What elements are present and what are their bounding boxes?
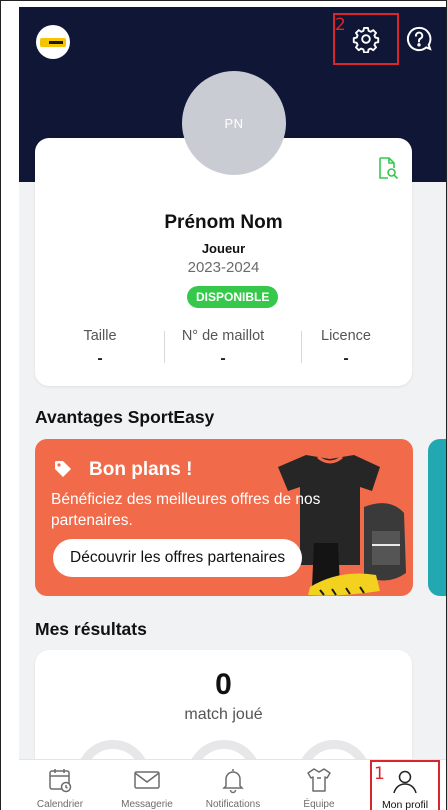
tab-team[interactable]: Équipe	[276, 760, 362, 810]
bell-icon	[222, 769, 244, 794]
discover-offers-button[interactable]: Découvrir les offres partenaires	[53, 539, 303, 577]
gear-icon	[352, 26, 380, 53]
tab-profile[interactable]: 1 Mon profil	[370, 760, 440, 810]
promo-card[interactable]: Bon plans ! Bénéficiez des meilleures of…	[35, 439, 413, 596]
stat-jersey-number: N° de maillot -	[164, 328, 282, 368]
stat-label: Taille	[83, 328, 117, 344]
promo-title: Bon plans !	[89, 459, 193, 480]
user-icon	[393, 770, 417, 794]
club-logo-mark	[40, 37, 66, 47]
stat-height: Taille -	[41, 328, 159, 368]
player-role: Joueur	[201, 241, 246, 256]
section-title-results: Mes résultats	[35, 619, 147, 639]
tab-label: Équipe	[303, 799, 335, 810]
club-logo[interactable]	[36, 25, 70, 59]
section-title-advantages: Avantages SportEasy	[35, 407, 215, 427]
tab-label: Calendrier	[36, 799, 84, 810]
tab-messages[interactable]: Messagerie	[104, 760, 190, 810]
player-name: Prénom Nom	[164, 212, 283, 233]
stat-value: -	[343, 350, 349, 367]
stat-label: N° de maillot	[181, 328, 265, 344]
player-season: 2023-2024	[187, 259, 260, 276]
status-badge: DISPONIBLE	[187, 286, 279, 308]
calendar-icon	[49, 769, 72, 793]
avatar[interactable]: PN	[182, 71, 286, 175]
tab-notifications[interactable]: Notifications	[190, 760, 276, 810]
stat-label: Licence	[321, 328, 371, 344]
stat-value: -	[97, 350, 103, 367]
screenshot-frame: 2 PN Prénom Nom Joueur 2023-2024 DISPONI…	[0, 0, 447, 810]
next-promo-card[interactable]	[428, 439, 446, 596]
matches-count: 0	[215, 668, 232, 701]
tab-label: Messagerie	[121, 799, 173, 810]
annotation-number-2: 2	[335, 15, 346, 35]
left-margin	[1, 1, 19, 810]
stat-value: -	[220, 350, 226, 367]
tag-icon	[55, 461, 71, 477]
mail-icon	[134, 771, 160, 789]
annotation-number-1: 1	[374, 764, 385, 784]
stat-license: Licence -	[287, 328, 405, 368]
tab-label: Mon profil	[381, 799, 429, 810]
app-screen: 2 PN Prénom Nom Joueur 2023-2024 DISPONI…	[19, 7, 446, 810]
tab-calendar[interactable]: Calendrier	[19, 760, 103, 810]
profile-card: Prénom Nom Joueur 2023-2024 DISPONIBLE T…	[35, 138, 412, 386]
document-search-icon[interactable]	[376, 156, 398, 180]
matches-label: match joué	[184, 706, 263, 723]
help-button[interactable]	[403, 23, 435, 55]
bottom-tab-bar: Calendrier Messagerie Notifications Équi…	[19, 759, 446, 810]
tab-label: Notifications	[205, 799, 261, 810]
promo-description: Bénéficiez des meilleures offres de nos …	[51, 491, 321, 529]
help-icon	[407, 26, 432, 52]
jersey-icon	[307, 768, 331, 792]
